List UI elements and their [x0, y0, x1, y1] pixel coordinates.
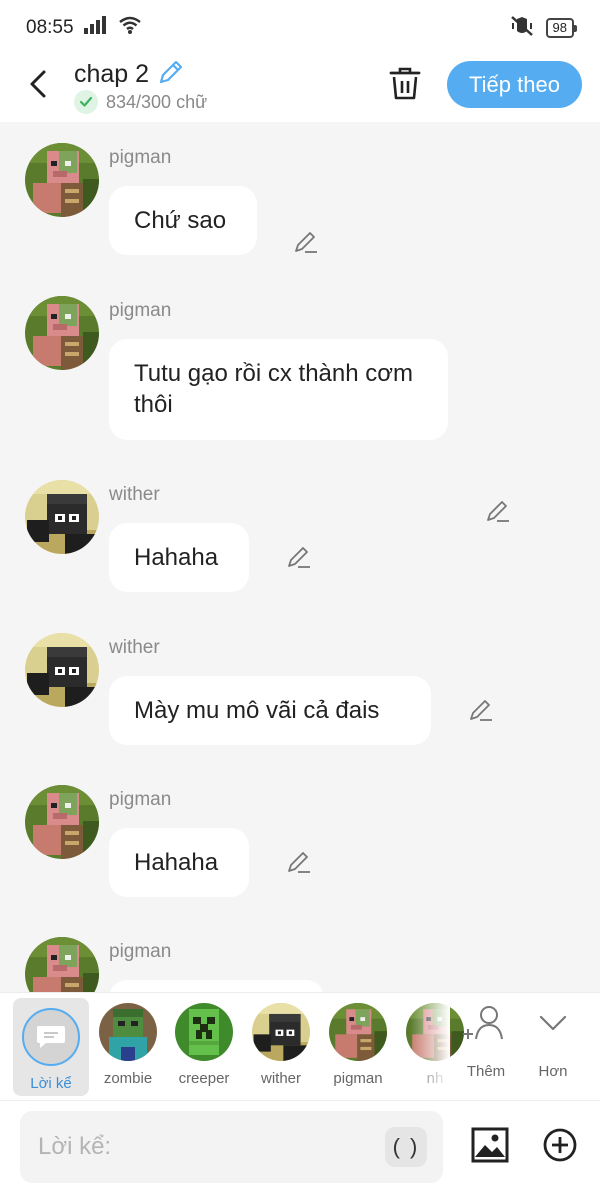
message-bubble[interactable]: Tutu gạo rồi cx thành cơm thôi [109, 339, 448, 440]
message-bubble[interactable]: Chứ sao [109, 186, 257, 255]
avatar-pigman[interactable] [25, 143, 99, 217]
character-zombie[interactable]: zombie [90, 993, 166, 1091]
title-row: chap 2 [74, 58, 185, 91]
word-count-row: 834/300 chữ [74, 90, 207, 114]
plus-circle-icon [543, 1128, 577, 1162]
trash-icon [389, 67, 421, 100]
avatar-pigman[interactable] [25, 296, 99, 370]
avatar-pigman[interactable] [25, 785, 99, 859]
sender-name: wither [109, 637, 160, 658]
signal-icon [83, 16, 108, 40]
character-name: creeper [178, 1070, 230, 1087]
edit-message-icon[interactable] [285, 543, 313, 571]
header: chap 2 834/300 chữ Tiếp theo [0, 56, 600, 122]
image-icon [471, 1127, 509, 1163]
image-button[interactable] [470, 1125, 510, 1165]
chat-list[interactable]: pigman Chứ sao pigman Tutu gạo rồi cx th… [0, 122, 600, 992]
character-narrator[interactable]: Lời kể [13, 998, 89, 1096]
add-button[interactable] [540, 1125, 580, 1165]
status-left: 08:55 [26, 16, 142, 40]
sender-name: pigman [109, 300, 172, 321]
check-icon [74, 90, 98, 114]
composer-bar: ( ) [0, 1100, 600, 1198]
character-creeper[interactable]: creeper [166, 993, 242, 1091]
edit-message-icon[interactable] [292, 228, 320, 256]
character-name: zombie [103, 1070, 153, 1087]
more-button[interactable]: Hơn [523, 1003, 583, 1083]
next-button[interactable]: Tiếp theo [447, 61, 582, 108]
message-bubble[interactable]: Hahaha [109, 523, 249, 592]
sender-name: pigman [109, 147, 172, 168]
character-name: wither [260, 1070, 301, 1087]
status-right: 98 [510, 15, 578, 42]
speech-bubble-icon [37, 1026, 65, 1048]
avatar-wither[interactable] [25, 633, 99, 707]
battery-indicator: 98 [545, 18, 578, 38]
edit-message-icon[interactable] [484, 497, 512, 525]
zombie-avatar [99, 1003, 157, 1061]
delete-button[interactable] [386, 64, 424, 104]
character-wither[interactable]: wither [243, 993, 319, 1091]
sender-name: pigman [109, 789, 172, 810]
wifi-icon [118, 16, 142, 40]
edit-title-button[interactable] [157, 58, 185, 91]
parentheses-button[interactable]: ( ) [385, 1127, 427, 1167]
message-bubble[interactable]: Mày mu mô vãi cả đais [109, 676, 431, 745]
chapter-title: chap 2 [74, 60, 150, 88]
narration-input[interactable] [38, 1111, 378, 1183]
character-bar: Lời kể zombie creeper wither pigman nh T… [0, 992, 600, 1100]
back-button[interactable] [22, 64, 54, 104]
back-arrow-icon [30, 70, 46, 98]
wither-avatar [252, 1003, 310, 1061]
pigman-avatar [329, 1003, 387, 1061]
avatar-pigman[interactable] [25, 937, 99, 992]
character-name: pigman [333, 1070, 383, 1087]
composer-box: ( ) [20, 1111, 443, 1183]
more-label: Hơn [538, 1063, 568, 1080]
status-bar: 08:55 98 [0, 0, 600, 56]
creeper-avatar [175, 1003, 233, 1061]
message-bubble[interactable]: Hahaha [109, 828, 249, 897]
sender-name: wither [109, 484, 160, 505]
edit-message-icon[interactable] [285, 848, 313, 876]
avatar-wither[interactable] [25, 480, 99, 554]
add-label: Thêm [466, 1063, 506, 1080]
narrator-avatar [22, 1008, 80, 1066]
sender-name: pigman [109, 941, 172, 962]
edit-message-icon[interactable] [467, 696, 495, 724]
character-pigman[interactable]: pigman [320, 993, 396, 1091]
status-time: 08:55 [26, 17, 74, 38]
message-bubble[interactable] [109, 980, 324, 992]
pencil-icon [159, 60, 183, 84]
scroll-fade [410, 993, 450, 1093]
vibrate-off-icon [510, 15, 534, 42]
word-count: 834/300 chữ [106, 91, 208, 112]
chevron-down-icon [539, 1015, 567, 1031]
add-character-button[interactable]: Thêm [456, 1003, 516, 1083]
character-name: Lời kể [30, 1075, 72, 1092]
add-person-icon [463, 1006, 503, 1040]
